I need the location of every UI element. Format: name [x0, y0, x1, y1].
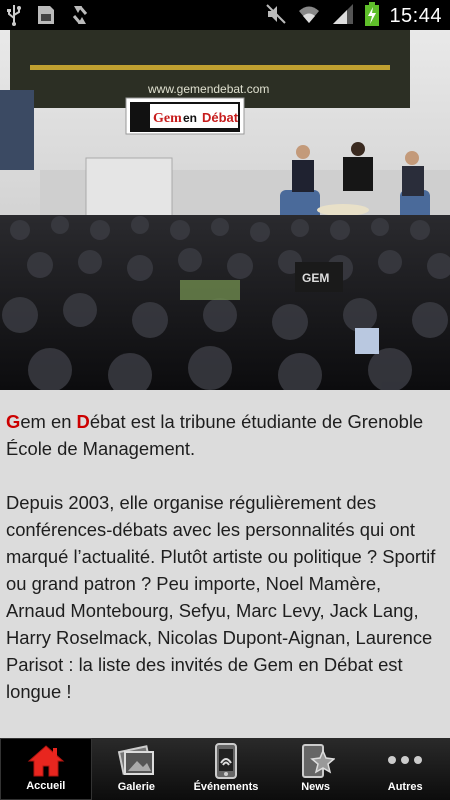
usb-icon	[6, 4, 22, 31]
home-icon	[27, 744, 65, 781]
letter-g: G	[6, 411, 21, 432]
wifi-icon	[297, 3, 321, 30]
tab-label: Galerie	[117, 781, 156, 793]
tab-label: Événements	[193, 781, 259, 793]
gallery-icon	[117, 743, 155, 780]
tab-label: Accueil	[26, 780, 66, 792]
more-dots-icon	[385, 743, 425, 780]
banner-en: en	[183, 111, 197, 125]
events-phone-icon	[207, 743, 245, 782]
letter-d: D	[76, 411, 90, 432]
bottom-tab-bar: Accueil Galerie Événements News Autres	[0, 738, 450, 800]
status-bar: 15:44	[0, 0, 450, 30]
shirt-text: GEM	[302, 271, 329, 285]
tab-label: News	[301, 781, 330, 793]
signal-icon	[331, 3, 355, 30]
mute-icon	[265, 3, 287, 30]
description: Gem en Débat est la tribune étudiante de…	[0, 390, 450, 738]
intro-paragraph: Gem en Débat est la tribune étudiante de…	[6, 408, 444, 462]
banner-debat: Débat	[202, 110, 239, 125]
clock: 15:44	[389, 5, 442, 27]
intro-title-rest: ébat	[89, 411, 126, 432]
tab-autres[interactable]: Autres	[360, 738, 450, 800]
tab-label: Autres	[387, 781, 423, 793]
sync-icon	[70, 4, 90, 31]
banner-gem: Gem	[153, 111, 182, 126]
tab-news[interactable]: News	[271, 738, 361, 800]
battery-charging-icon	[365, 2, 380, 31]
news-star-icon	[297, 743, 336, 782]
sd-card-icon	[36, 4, 56, 31]
intro-em: em en	[20, 411, 77, 432]
hero-photo: www.gemendebat.com Gem en Débat GEM	[0, 30, 450, 390]
tab-galerie[interactable]: Galerie	[92, 738, 182, 800]
tab-evenements[interactable]: Événements	[181, 738, 271, 800]
screen-url: www.gemendebat.com	[147, 82, 269, 96]
tab-accueil[interactable]: Accueil	[0, 738, 92, 800]
history-paragraph: Depuis 2003, elle organise régulièrement…	[6, 492, 436, 702]
